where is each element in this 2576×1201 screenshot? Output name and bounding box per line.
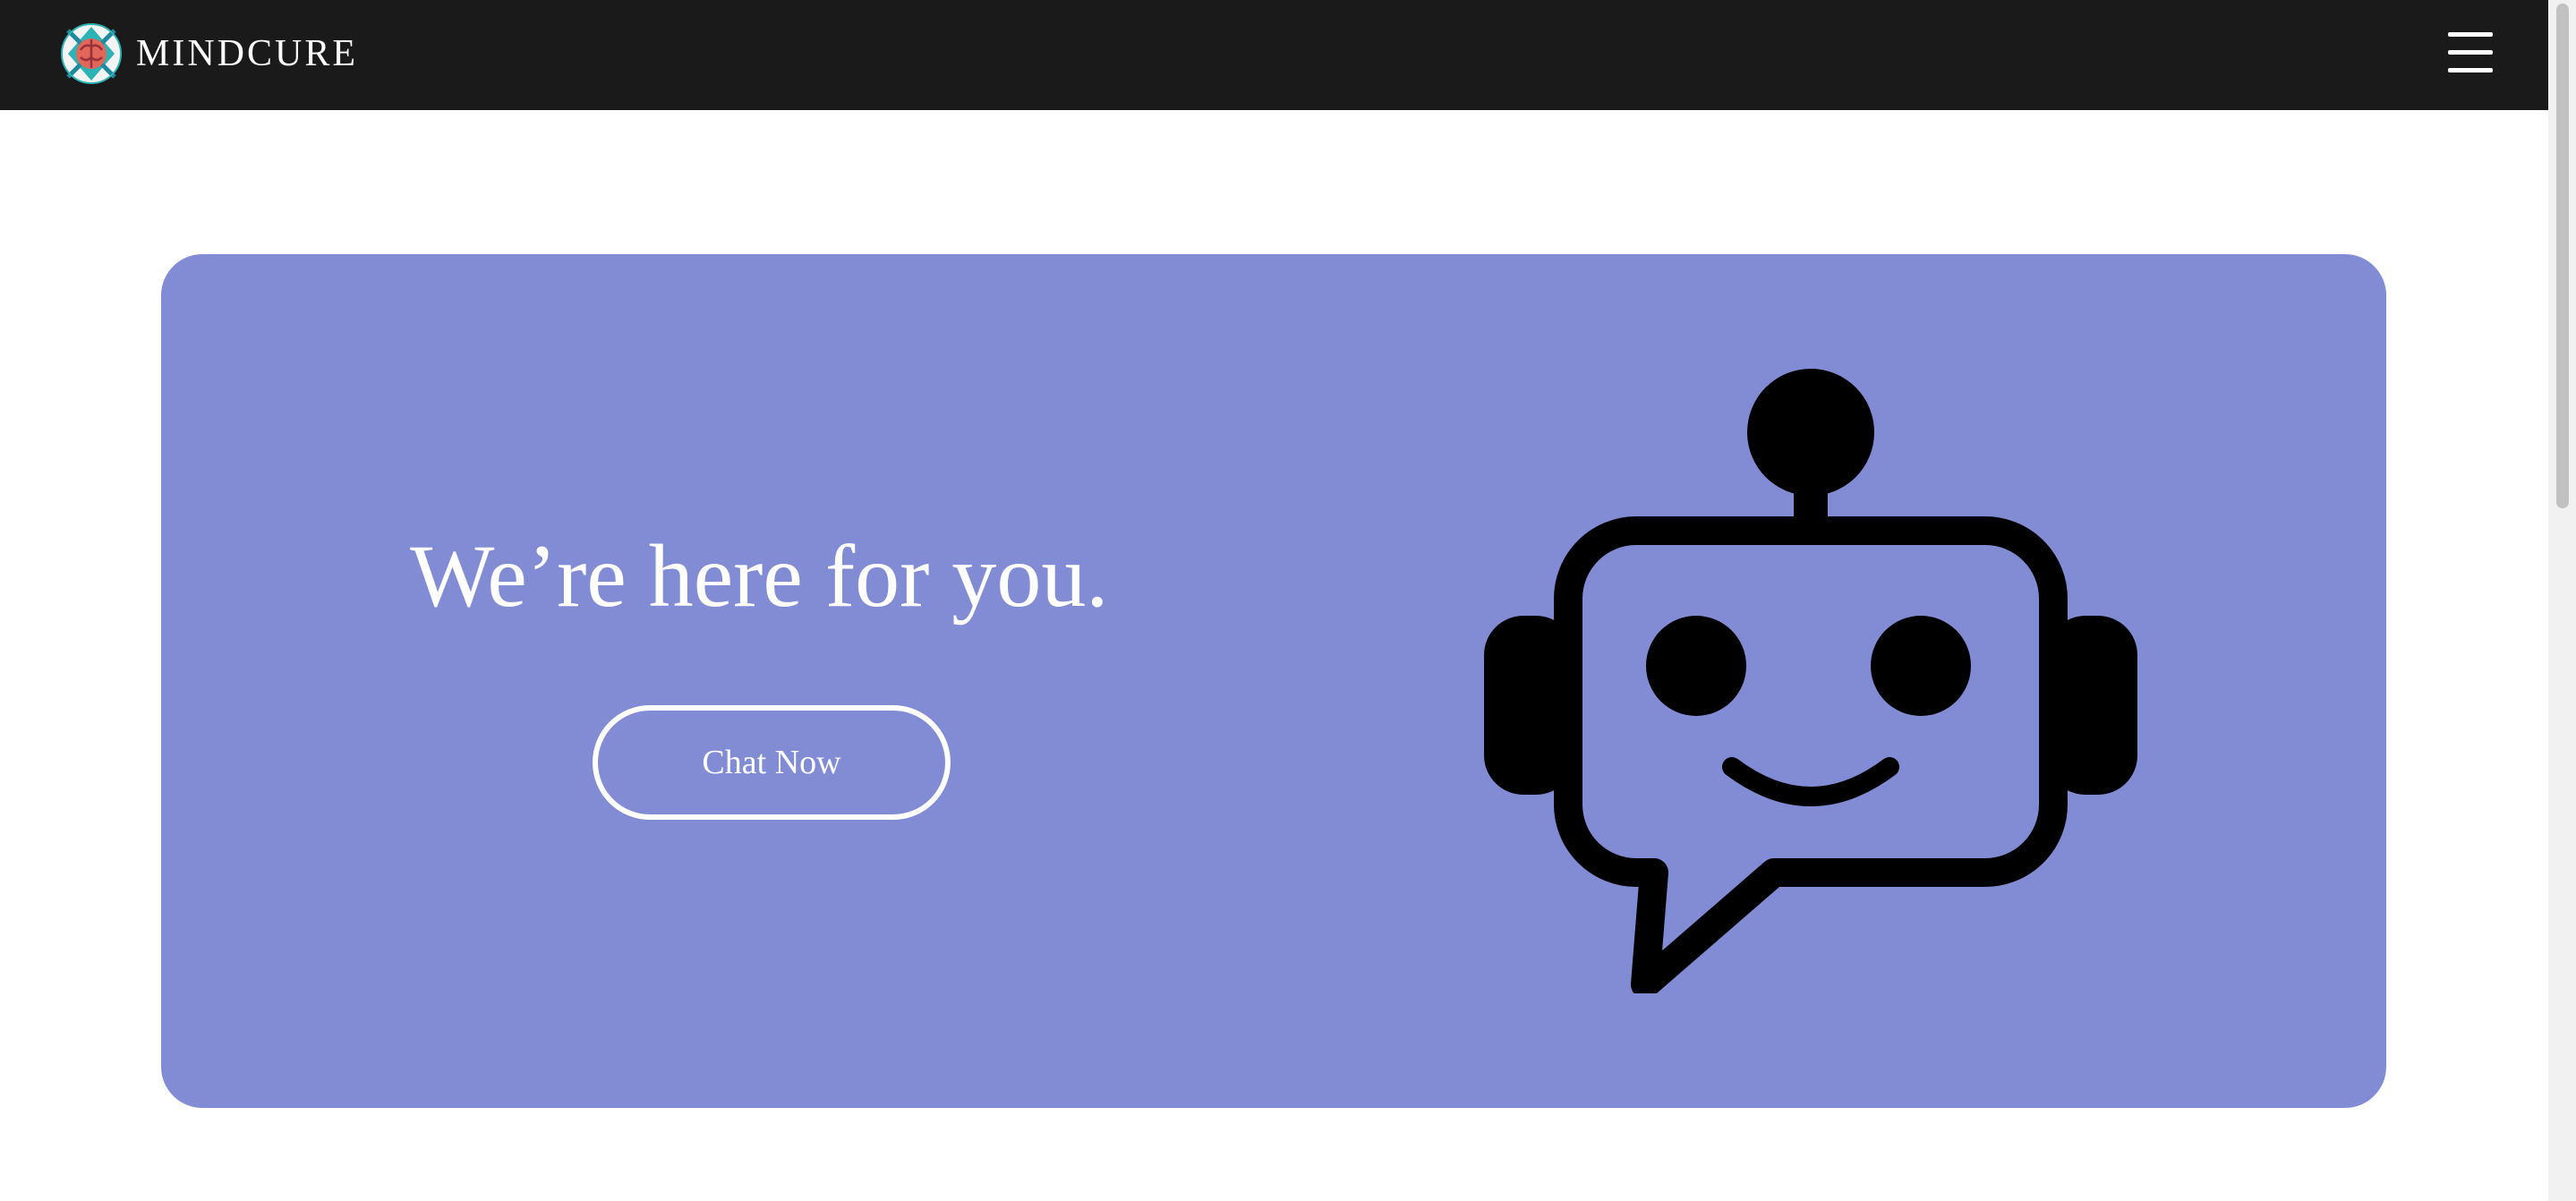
hero-title: We’re here for you. xyxy=(410,526,1109,626)
page: MINDCURE We’re here for you. Chat Now xyxy=(0,0,2576,1201)
brand-link[interactable]: MINDCURE xyxy=(61,21,358,86)
menu-button[interactable] xyxy=(2446,29,2495,77)
hero-banner: We’re here for you. Chat Now xyxy=(161,254,2386,1108)
chat-robot-icon xyxy=(1484,369,2137,993)
brand-name: MINDCURE xyxy=(136,33,359,74)
chat-now-button[interactable]: Chat Now xyxy=(593,705,951,820)
brain-logo-icon xyxy=(61,23,122,84)
hamburger-menu-icon xyxy=(2448,32,2493,72)
scrollbar-thumb[interactable] xyxy=(2556,4,2569,508)
navbar: MINDCURE xyxy=(0,0,2548,110)
